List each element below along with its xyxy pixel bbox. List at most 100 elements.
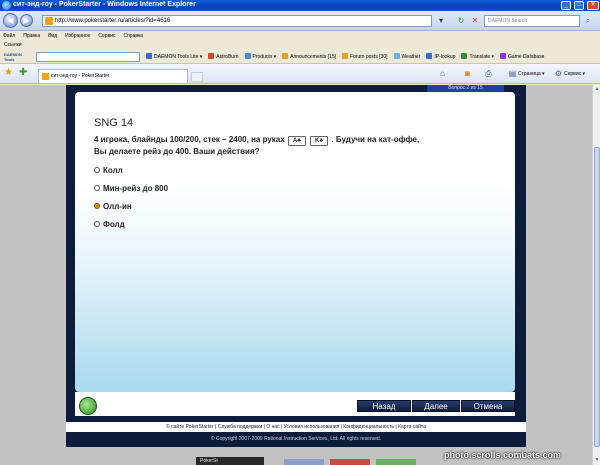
tab-label: сит-энд-гоу - PokerStarter [51,73,110,79]
toolbar-item-label: Weather [401,54,421,60]
option-call-label: Колл [103,166,123,175]
watermark: photo.scrolls.combats.com [444,450,562,460]
add-favorite-icon[interactable]: ✚ [19,68,27,78]
cancel-button[interactable]: Отмена [461,400,515,412]
daemon-tools-logo: DAEMON Tools [4,52,22,62]
tab-current[interactable]: сит-энд-гоу - PokerStarter [38,69,188,83]
page-scrollbar[interactable]: ▲ ▼ [592,85,600,465]
question-text: 4 игрока, блайнды 100/200, стек – 2400, … [94,134,424,158]
window-title-bar: сит-энд-гоу - PokerStarter - Windows Int… [0,0,600,11]
menu-help[interactable]: Справка [120,31,146,41]
scroll-thumb[interactable] [594,147,600,447]
menu-favorites[interactable]: Избранное [62,31,93,41]
radio-all-in[interactable] [94,203,100,209]
toolbar-item[interactable]: DAEMON Tools Lite ▾ [146,53,202,61]
back-quiz-button[interactable]: Назад [357,400,411,412]
playing-card-ace-clubs: A♣ [287,136,306,146]
footer-copyright: © Copyright 2007-2009 Rational Instructi… [210,436,382,442]
toolbar-item-label: Forum posts [30] [350,54,388,60]
address-bar-row: ◀ ▶ http://www.pokerstarter.ru/articles/… [0,11,600,31]
tools-menu[interactable]: Сервис ▾ [564,70,585,79]
bottom-banner-4[interactable] [376,459,416,465]
option-call[interactable]: Колл [94,166,123,176]
close-window-button[interactable]: ✕ [587,1,599,10]
scroll-up-icon[interactable]: ▲ [594,86,600,92]
toolbar-item-icon [426,53,433,59]
toolbar-item-label: Announcements [15] [290,54,337,60]
option-fold-label: Фолд [103,220,125,229]
toolbar-item[interactable]: Announcements [15] [282,53,336,61]
tab-favicon [42,73,49,80]
menu-file[interactable]: Файл [0,31,18,41]
bottom-banner-3[interactable] [330,459,370,465]
option-all-in-label: Олл-ин [103,202,132,211]
search-icon[interactable]: ⌕ [583,16,593,26]
favorites-star-icon[interactable]: ★ [4,68,13,78]
search-input[interactable]: DAEMON Search [484,15,580,27]
toolbar-item-label: Translate ▾ [469,54,495,60]
toolbar-item-icon [208,53,215,59]
minimize-button[interactable]: _ [561,1,571,10]
scroll-down-icon[interactable]: ▼ [594,457,600,463]
address-dropdown-icon[interactable]: ▾ [436,16,446,26]
site-favicon [45,17,53,25]
toolbar-item-icon [461,53,468,59]
feeds-icon[interactable]: ◙ [462,69,473,79]
toolbar-item[interactable]: AstroBurn [208,53,239,61]
toolbar-item[interactable]: Weather [393,53,421,61]
bottom-banner[interactable]: PokerSt [196,457,264,465]
toolbar-item-icon [500,53,507,59]
menu-view[interactable]: Вид [45,31,60,41]
playing-card-king-clubs: K♣ [310,136,329,146]
internet-explorer-icon [2,1,11,10]
print-icon[interactable]: ⎙ [483,69,494,79]
toolbar-item-icon [146,53,152,59]
menu-edit[interactable]: Правка [20,31,43,41]
refresh-icon[interactable]: ↻ [456,16,466,26]
pokerstarter-logo-icon [79,397,97,415]
toolbar-item-icon [342,53,349,59]
daemon-search-input[interactable] [36,52,140,62]
toolbar-item-label: DAEMON Tools Lite ▾ [154,54,203,60]
stop-icon[interactable]: ✕ [470,16,480,26]
home-icon[interactable]: ⌂ [437,69,448,79]
radio-call[interactable] [94,167,100,173]
option-min-raise[interactable]: Мин-рейз до 800 [94,184,168,194]
menu-tools[interactable]: Сервис [95,31,118,41]
maximize-button[interactable]: □ [574,1,584,10]
bottom-banner-2[interactable] [284,459,324,465]
quiz-title: SNG 14 [94,117,134,129]
address-input[interactable]: http://www.pokerstarter.ru/articles/?id=… [42,15,432,27]
option-fold[interactable]: Фолд [94,220,125,230]
page-icon[interactable]: ▤ [507,69,518,79]
address-url: http://www.pokerstarter.ru/articles/?id=… [55,18,171,24]
radio-min-raise[interactable] [94,185,100,191]
back-button[interactable]: ◀ [3,13,18,28]
radio-fold[interactable] [94,221,100,227]
toolbar-item-label: Game Database [508,54,545,60]
links-bar[interactable]: Ссылки [0,41,600,50]
toolbar-item-label: Products ▾ [252,54,277,60]
toolbar-item[interactable]: Products ▾ [244,53,277,61]
new-tab-button[interactable] [191,72,203,82]
toolbar-items: DAEMON Tools Lite ▾ AstroBurn Products ▾ An… [146,53,550,61]
daemon-toolbar: DAEMON Tools DAEMON Tools Lite ▾ AstroBur… [0,50,600,64]
option-min-raise-label: Мин-рейз до 800 [103,184,169,193]
forward-button[interactable]: ▶ [20,14,33,27]
next-button[interactable]: Далее [412,400,460,412]
toolbar-item-icon [282,53,289,59]
toolbar-item-icon [244,53,251,59]
page-menu[interactable]: Страница ▾ [518,70,545,79]
option-all-in[interactable]: Олл-ин [94,202,132,212]
toolbar-item[interactable]: Translate ▾ [461,53,494,61]
toolbar-item[interactable]: Forum posts [30] [342,53,388,61]
toolbar-item-icon [393,53,400,59]
footer-links[interactable]: © сайте PokerStarter | Служба поддержки … [66,422,526,432]
toolbar-item-label: IP-lookup [434,54,456,60]
toolbar-item-label: AstroBurn [216,54,239,60]
tab-bar: ★ ✚ сит-энд-гоу - PokerStarter ⌂ ◙ ⎙ ▤ С… [0,64,600,84]
toolbar-item[interactable]: IP-lookup [426,53,455,61]
question-progress: Вопрос 2 из 15 [427,85,504,92]
toolbar-item[interactable]: Game Database [500,53,544,61]
tools-gear-icon[interactable]: ⚙ [553,69,564,79]
